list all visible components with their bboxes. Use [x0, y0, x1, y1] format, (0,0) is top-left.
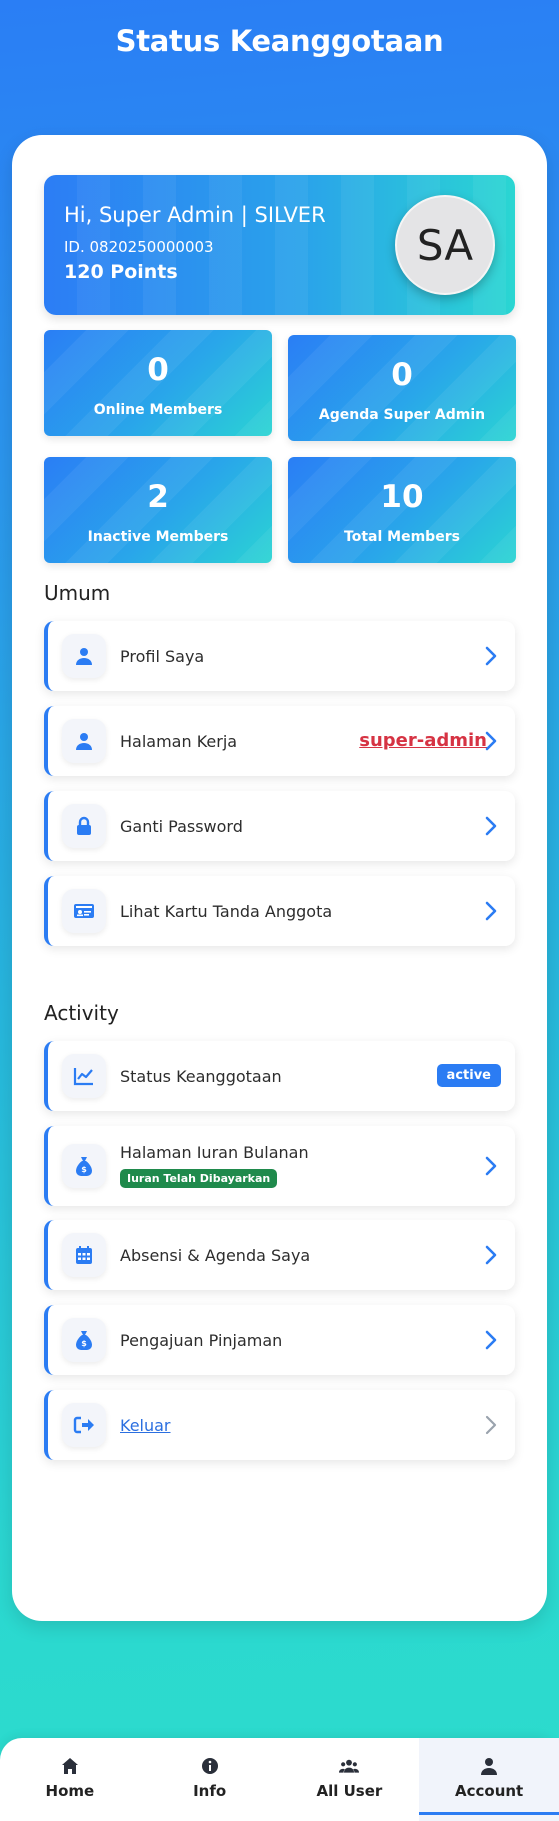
- nav-home[interactable]: Home: [0, 1738, 140, 1821]
- menu-item-status-keanggotaan[interactable]: Status Keanggotaan active: [44, 1041, 515, 1111]
- stat-inactive-members[interactable]: 2 Inactive Members: [44, 457, 272, 563]
- stat-online-members[interactable]: 0 Online Members: [44, 330, 272, 436]
- money-bag-icon: $: [62, 1144, 106, 1188]
- money-bag-icon: $: [62, 1318, 106, 1362]
- role-link[interactable]: super-admin: [359, 730, 487, 751]
- menu-item-label: Ganti Password: [120, 817, 243, 836]
- chevron-right-icon: [485, 1415, 497, 1435]
- nav-account[interactable]: Account: [419, 1738, 559, 1821]
- stat-value: 0: [147, 352, 169, 388]
- chevron-right-icon: [485, 816, 497, 836]
- stat-label: Total Members: [344, 529, 460, 545]
- user-icon: [62, 634, 106, 678]
- profile-greeting: Hi, Super Admin | SILVER: [64, 203, 326, 227]
- account-icon: [481, 1758, 498, 1775]
- chevron-right-icon: [485, 731, 497, 751]
- logout-link[interactable]: Keluar: [120, 1416, 171, 1435]
- section-title-umum: Umum: [44, 581, 111, 605]
- menu-item-label: Pengajuan Pinjaman: [120, 1331, 283, 1350]
- stat-label: Agenda Super Admin: [318, 407, 486, 423]
- avatar[interactable]: SA: [395, 195, 495, 295]
- lock-icon: [62, 804, 106, 848]
- users-icon: [339, 1759, 360, 1773]
- profile-points: 120 Points: [64, 261, 178, 283]
- menu-item-label: Halaman Iuran Bulanan: [120, 1143, 309, 1162]
- bottom-nav: Home Info All User Account: [0, 1738, 559, 1821]
- page-title: Status Keanggotaan: [115, 24, 444, 58]
- menu-item-keluar[interactable]: Keluar: [44, 1390, 515, 1460]
- stat-label: Online Members: [93, 402, 223, 418]
- menu-item-label: Profil Saya: [120, 647, 205, 666]
- chart-line-icon: [62, 1054, 106, 1098]
- info-icon: [201, 1758, 218, 1774]
- nav-label: Info: [193, 1782, 227, 1800]
- menu-item-kartu-anggota[interactable]: Lihat Kartu Tanda Anggota: [44, 876, 515, 946]
- menu-item-halaman-kerja[interactable]: Halaman Kerja super-admin: [44, 706, 515, 776]
- payment-status-badge: Iuran Telah Dibayarkan: [120, 1169, 278, 1188]
- menu-item-ganti-password[interactable]: Ganti Password: [44, 791, 515, 861]
- nav-all-user[interactable]: All User: [280, 1738, 420, 1821]
- menu-item-label: Halaman Kerja: [120, 732, 238, 751]
- profile-banner: Hi, Super Admin | SILVER ID. 08202500000…: [44, 175, 515, 315]
- nav-label: Account: [455, 1782, 524, 1800]
- stat-value: 10: [380, 479, 424, 515]
- profile-id: ID. 0820250000003: [64, 238, 214, 256]
- logout-icon: [62, 1403, 106, 1447]
- menu-item-iuran-bulanan[interactable]: $ Halaman Iuran Bulanan Iuran Telah Diba…: [44, 1126, 515, 1206]
- chevron-right-icon: [485, 1245, 497, 1265]
- menu-item-profil-saya[interactable]: Profil Saya: [44, 621, 515, 691]
- chevron-right-icon: [485, 901, 497, 921]
- svg-text:$: $: [81, 1339, 87, 1348]
- nav-label: Home: [45, 1782, 95, 1800]
- chevron-right-icon: [485, 1156, 497, 1176]
- nav-label: All User: [316, 1782, 383, 1800]
- menu-item-label: Status Keanggotaan: [120, 1067, 282, 1086]
- svg-text:$: $: [81, 1165, 87, 1174]
- home-icon: [61, 1758, 78, 1774]
- section-title-activity: Activity: [44, 1001, 119, 1025]
- id-card-icon: [62, 889, 106, 933]
- stat-total-members[interactable]: 10 Total Members: [288, 457, 516, 563]
- menu-item-absensi-agenda[interactable]: Absensi & Agenda Saya: [44, 1220, 515, 1290]
- menu-item-pengajuan-pinjaman[interactable]: $ Pengajuan Pinjaman: [44, 1305, 515, 1375]
- stat-value: 0: [391, 357, 413, 393]
- main-card: Hi, Super Admin | SILVER ID. 08202500000…: [12, 135, 547, 1621]
- chevron-right-icon: [485, 646, 497, 666]
- stat-value: 2: [147, 479, 169, 515]
- nav-info[interactable]: Info: [140, 1738, 280, 1821]
- status-badge: active: [436, 1064, 501, 1087]
- stat-agenda[interactable]: 0 Agenda Super Admin: [288, 335, 516, 441]
- stat-label: Inactive Members: [87, 529, 229, 545]
- user-icon: [62, 719, 106, 763]
- menu-item-label: Lihat Kartu Tanda Anggota: [120, 902, 333, 921]
- calendar-icon: [62, 1233, 106, 1277]
- chevron-right-icon: [485, 1330, 497, 1350]
- menu-item-label: Absensi & Agenda Saya: [120, 1246, 311, 1265]
